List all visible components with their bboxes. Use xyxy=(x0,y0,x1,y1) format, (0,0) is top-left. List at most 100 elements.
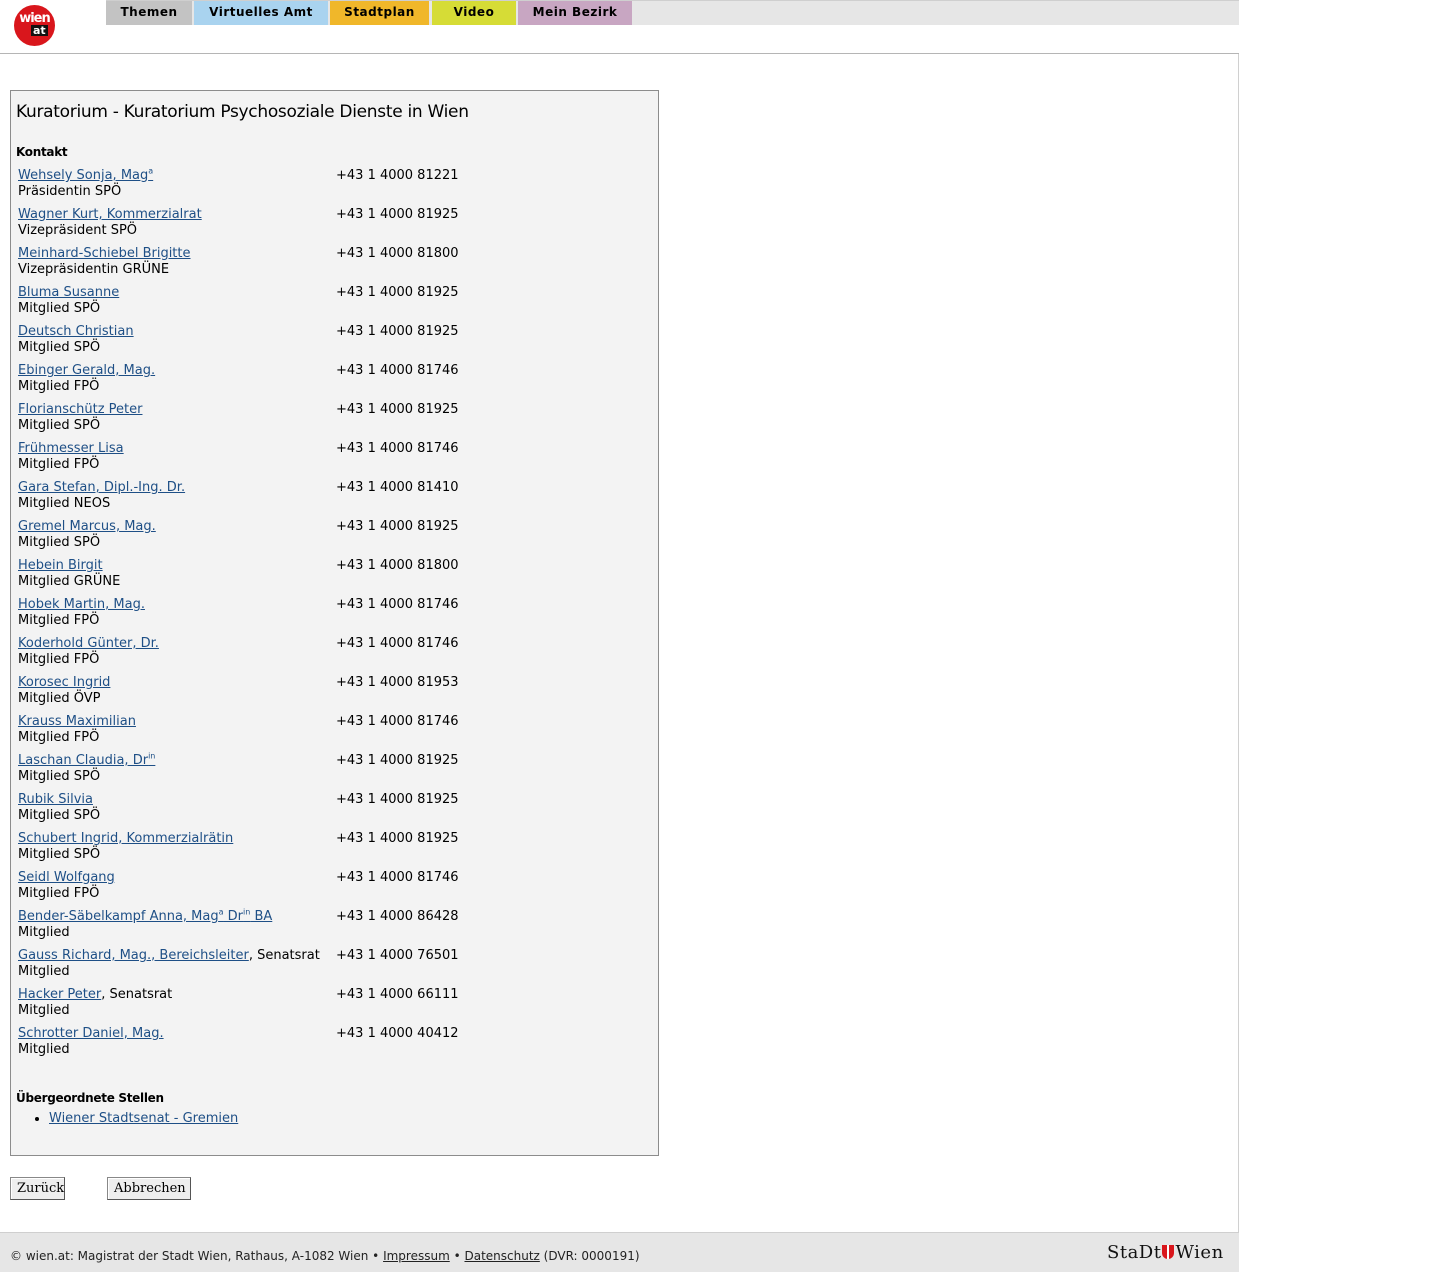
contact-row: Hebein Birgit Mitglied GRÜNE +43 1 4000 81… xyxy=(18,558,648,597)
contact-name-link[interactable]: Gara Stefan, Dipl.-Ing. Dr. xyxy=(18,480,185,495)
contact-row: Gauss Richard, Mag., Bereichsleiter, Sen… xyxy=(18,948,648,987)
contact-name-link[interactable]: Hacker Peter xyxy=(18,987,101,1002)
contact-phone: +43 1 4000 86428 xyxy=(336,909,459,924)
contact-name-link[interactable]: Deutsch Christian xyxy=(18,324,134,339)
contact-name-link[interactable]: Laschan Claudia, Drin xyxy=(18,752,155,768)
contact-role: Mitglied SPÖ xyxy=(18,847,101,862)
contact-list: Wehsely Sonja, Maga Präsidentin SPÖ +43 1 … xyxy=(18,167,648,1065)
contact-name-link[interactable]: Bender-Säbelkampf Anna, Maga Drin BA xyxy=(18,908,272,924)
nav-tab-stadtplan[interactable]: Stadtplan xyxy=(330,1,429,25)
contact-name: Seidl Wolfgang xyxy=(18,870,115,885)
contact-name-text: Gremel Marcus, Mag. xyxy=(18,519,156,534)
contact-name: Ebinger Gerald, Mag. xyxy=(18,363,155,378)
contact-name-text: Deutsch Christian xyxy=(18,324,134,339)
footer-separator: • xyxy=(449,1249,465,1263)
contact-name-link[interactable]: Hobek Martin, Mag. xyxy=(18,597,145,612)
contact-name: Wehsely Sonja, Maga xyxy=(18,167,153,183)
vienna-crest-icon xyxy=(1162,1245,1175,1259)
contact-name: Schrotter Daniel, Mag. xyxy=(18,1026,164,1041)
contact-name-link[interactable]: Florianschütz Peter xyxy=(18,402,142,417)
parent-link[interactable]: Wiener Stadtsenat - Gremien xyxy=(49,1111,238,1126)
nav-tab-mein-bezirk[interactable]: Mein Bezirk xyxy=(518,1,632,25)
page-title: Kuratorium - Kuratorium Psychosoziale Di… xyxy=(16,102,469,122)
contact-name: Rubik Silvia xyxy=(18,792,93,807)
contact-name-link[interactable]: Frühmesser Lisa xyxy=(18,441,124,456)
contact-row: Bluma Susanne Mitglied SPÖ +43 1 4000 8192… xyxy=(18,285,648,324)
stadt-logo-left: StaDt xyxy=(1107,1242,1162,1263)
cancel-button[interactable]: Abbrechen xyxy=(107,1177,191,1200)
contact-name-link[interactable]: Wehsely Sonja, Maga xyxy=(18,167,153,183)
contact-row: Schrotter Daniel, Mag. Mitglied +43 1 4000… xyxy=(18,1026,648,1065)
header: wien at Themen Virtuelles Amt Stadtplan … xyxy=(0,0,1239,54)
contact-name-link[interactable]: Bluma Susanne xyxy=(18,285,119,300)
contact-name-link[interactable]: Schrotter Daniel, Mag. xyxy=(18,1026,164,1041)
contact-name-text: Gauss Richard, Mag., Bereichsleiter xyxy=(18,948,249,963)
contact-phone: +43 1 4000 81925 xyxy=(336,402,459,417)
datenschutz-link[interactable]: Datenschutz xyxy=(464,1249,539,1263)
contact-row: Deutsch Christian Mitglied SPÖ +43 1 4000 … xyxy=(18,324,648,363)
contact-name-text: Ebinger Gerald, Mag. xyxy=(18,363,156,378)
contact-row: Florianschütz Peter Mitglied SPÖ +43 1 400… xyxy=(18,402,648,441)
contact-name-link[interactable]: Wagner Kurt, Kommerzialrat xyxy=(18,207,202,222)
wien-at-logo[interactable]: wien at xyxy=(14,5,55,46)
contact-name: Wagner Kurt, Kommerzialrat xyxy=(18,207,202,222)
contact-name-link[interactable]: Gremel Marcus, Mag. xyxy=(18,519,156,534)
footer-text: © wien.at: Magistrat der Stadt Wien, Rat… xyxy=(10,1249,640,1263)
contact-phone: +43 1 4000 81746 xyxy=(336,363,459,378)
contact-name-link[interactable]: Meinhard-Schiebel Brigitte xyxy=(18,246,191,261)
contact-phone: +43 1 4000 81925 xyxy=(336,285,459,300)
contact-name-text: Meinhard-Schiebel Brigitte xyxy=(18,246,191,261)
contact-name: Hebein Birgit xyxy=(18,558,103,573)
contact-name-link[interactable]: Ebinger Gerald, Mag. xyxy=(18,363,155,378)
contact-role: Mitglied FPÖ xyxy=(18,652,100,667)
contact-row: Korosec Ingrid Mitglied ÖVP +43 1 4000 819… xyxy=(18,675,648,714)
contact-row: Wagner Kurt, Kommerzialrat Vizepräsident … xyxy=(18,207,648,246)
contact-name-text: Hacker Peter xyxy=(18,987,102,1002)
contact-row: Ebinger Gerald, Mag. Mitglied FPÖ +43 1 40… xyxy=(18,363,648,402)
contact-phone: +43 1 4000 76501 xyxy=(336,948,459,963)
contact-name-link[interactable]: Rubik Silvia xyxy=(18,792,93,807)
page: wien at Themen Virtuelles Amt Stadtplan … xyxy=(0,0,1239,1272)
nav-tab-themen[interactable]: Themen xyxy=(106,1,192,25)
contact-title-suffix: , Senatsrat xyxy=(101,987,173,1002)
contact-name: Bluma Susanne xyxy=(18,285,119,300)
contact-role: Mitglied FPÖ xyxy=(18,730,100,745)
contact-name: Bender-Säbelkampf Anna, Maga Drin BA xyxy=(18,908,272,924)
contact-phone: +43 1 4000 81953 xyxy=(336,675,459,690)
contact-phone: +43 1 4000 81746 xyxy=(336,870,459,885)
contact-name-link[interactable]: Gauss Richard, Mag., Bereichsleiter xyxy=(18,948,249,963)
contact-title-suffix: , Senatsrat xyxy=(248,948,320,963)
contact-name-text: Schubert Ingrid, Kommerzialrätin xyxy=(18,831,234,846)
contact-name-link[interactable]: Schubert Ingrid, Kommerzialrätin xyxy=(18,831,233,846)
contact-name-text: Schrotter Daniel, Mag. xyxy=(18,1026,164,1041)
contact-role: Präsidentin SPÖ xyxy=(18,184,122,199)
contact-row: Wehsely Sonja, Maga Präsidentin SPÖ +43 1 … xyxy=(18,167,648,207)
contact-name-text: Rubik Silvia xyxy=(18,792,93,807)
content-panel: Kuratorium - Kuratorium Psychosoziale Di… xyxy=(10,90,659,1156)
contact-role: Mitglied SPÖ xyxy=(18,808,101,823)
contact-name-text: Korosec Ingrid xyxy=(18,675,111,690)
contact-role: Vizepräsident SPÖ xyxy=(18,223,138,238)
nav-tab-video[interactable]: Video xyxy=(432,1,516,25)
nav-tab-virtuelles-amt[interactable]: Virtuelles Amt xyxy=(194,1,328,25)
contact-name-link[interactable]: Korosec Ingrid xyxy=(18,675,110,690)
contact-name-link[interactable]: Seidl Wolfgang xyxy=(18,870,115,885)
contact-name-link[interactable]: Hebein Birgit xyxy=(18,558,103,573)
contact-phone: +43 1 4000 81925 xyxy=(336,753,459,768)
contact-row: Laschan Claudia, Drin Mitglied SPÖ +43 1 4… xyxy=(18,752,648,792)
contact-phone: +43 1 4000 81800 xyxy=(336,558,459,573)
back-button[interactable]: Zurück xyxy=(10,1177,65,1200)
contact-name-link[interactable]: Koderhold Günter, Dr. xyxy=(18,636,159,651)
logo-subtext: at xyxy=(31,24,48,37)
contact-name: Frühmesser Lisa xyxy=(18,441,124,456)
contact-row: Hobek Martin, Mag. Mitglied FPÖ +43 1 4000… xyxy=(18,597,648,636)
contact-role: Mitglied FPÖ xyxy=(18,613,100,628)
contact-phone: +43 1 4000 81800 xyxy=(336,246,459,261)
parent-section-label: Übergeordnete Stellen xyxy=(16,1091,164,1105)
parent-list: Wiener Stadtsenat - Gremien xyxy=(29,1111,238,1126)
contact-name-link[interactable]: Krauss Maximilian xyxy=(18,714,136,729)
stadt-wien-logo[interactable]: StaDt Wien xyxy=(1107,1242,1224,1263)
contact-phone: +43 1 4000 81746 xyxy=(336,636,459,651)
impressum-link[interactable]: Impressum xyxy=(383,1249,450,1263)
contact-phone: +43 1 4000 81925 xyxy=(336,831,459,846)
